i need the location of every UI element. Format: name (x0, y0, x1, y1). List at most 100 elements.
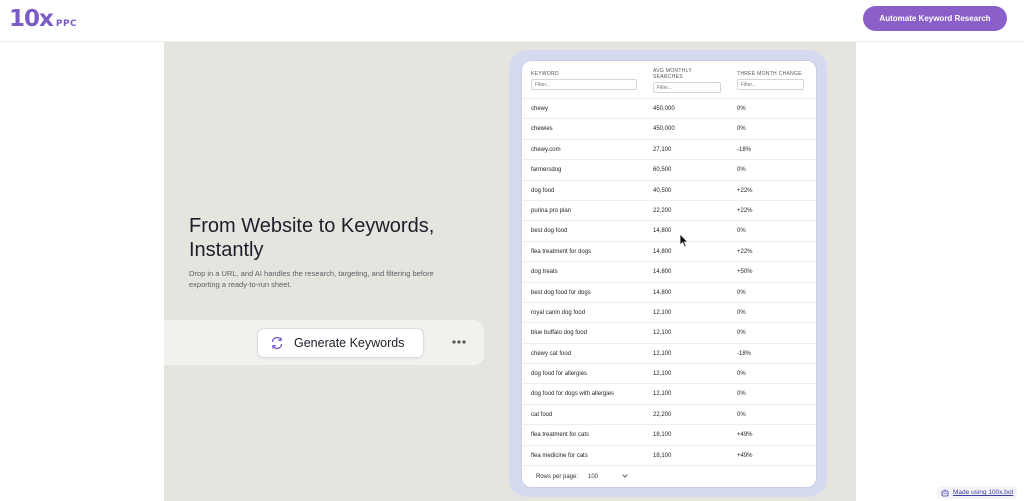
table-row[interactable]: cat food 22,200 0% (522, 405, 816, 426)
rows-per-page-value: 100 (588, 474, 599, 480)
change-cell: 0% (737, 309, 746, 316)
refresh-icon (270, 336, 284, 350)
top-bar: 10x PPC Automate Keyword Research (0, 0, 1024, 42)
rows-per-page-select[interactable]: 100 (588, 474, 628, 480)
table-row[interactable]: chewy cat food 12,100 -18% (522, 344, 816, 365)
hero-title: From Website to Keywords, Instantly (189, 215, 435, 261)
keyword-cell: dog food for allergies (531, 371, 588, 378)
change-cell: +49% (737, 452, 753, 459)
change-filter-input[interactable] (737, 79, 804, 90)
table-row[interactable]: chewy 450,000 0% (522, 99, 816, 120)
keyword-cell: flea treatment for dogs (531, 248, 592, 255)
searches-cell: 40,500 (653, 187, 672, 194)
change-cell: 0% (737, 330, 746, 337)
keyword-cell: chewy (531, 106, 549, 112)
keyword-filter-input[interactable] (531, 79, 637, 90)
table-row[interactable]: purina pro plan 22,200 +22% (522, 201, 816, 222)
column-header-avg-monthly-searches[interactable]: AVG MONTHLY SEARCHES (653, 68, 713, 80)
logo-subtext: PPC (55, 19, 78, 29)
table-row[interactable]: best dog food 14,800 0% (522, 221, 816, 242)
mouse-cursor-icon (679, 233, 689, 248)
change-cell: +22% (737, 187, 753, 194)
generate-keywords-label: Generate Keywords (294, 336, 405, 350)
table-row[interactable]: chewies 450,000 0% (522, 119, 816, 140)
generate-keywords-button[interactable]: Generate Keywords (257, 328, 424, 358)
table-row[interactable]: flea treatment for dogs 14,800 +22% (522, 242, 816, 263)
change-cell: +49% (737, 432, 753, 439)
keyword-cell: farmersdog (531, 167, 562, 174)
table-row[interactable]: dog food for dogs with allergies 12,100 0% (522, 384, 816, 405)
table-row[interactable]: dog food for allergies 12,100 0% (522, 364, 816, 385)
table-body: chewy 450,000 0% chewies 450,000 0% chewy.com 2… (522, 99, 816, 467)
column-header-three-month-change[interactable]: THREE MONTH CHANGE (737, 71, 802, 77)
searches-cell: 12,100 (653, 391, 672, 398)
change-cell: -18% (737, 146, 752, 153)
change-cell: +50% (737, 269, 753, 276)
searches-cell: 12,100 (653, 330, 672, 337)
change-cell: 0% (737, 126, 746, 133)
searches-cell: 60,500 (653, 167, 672, 174)
searches-cell: 14,800 (653, 248, 672, 255)
rows-per-page-label: Rows per page: (536, 474, 579, 480)
keyword-table: KEYWORD AVG MONTHLY SEARCHES THREE MONTH… (521, 60, 817, 488)
searches-cell: 450,000 (653, 106, 675, 112)
change-cell: +22% (737, 207, 753, 214)
table-header: KEYWORD AVG MONTHLY SEARCHES THREE MONTH… (522, 61, 816, 99)
change-cell: -18% (737, 350, 752, 357)
table-row[interactable]: blue buffalo dog food 12,100 0% (522, 323, 816, 344)
right-blank-area (856, 42, 1024, 501)
hero-subtitle: Drop in a URL, and AI handles the resear… (189, 269, 434, 289)
change-cell: 0% (737, 371, 746, 378)
column-header-keyword[interactable]: KEYWORD (531, 71, 559, 77)
change-cell: 0% (737, 289, 746, 296)
searches-cell: 14,800 (653, 289, 672, 296)
table-row[interactable]: flea treatment for cats 18,100 +49% (522, 425, 816, 446)
automate-keyword-research-button[interactable]: Automate Keyword Research (863, 6, 1007, 31)
chevron-down-icon (622, 474, 628, 480)
keyword-cell: best dog food (531, 228, 568, 235)
searches-cell: 450,000 (653, 126, 675, 133)
keyword-cell: chewies (531, 126, 553, 133)
table-row[interactable]: dog treats 14,800 +50% (522, 262, 816, 283)
searches-cell: 22,200 (653, 207, 672, 214)
searches-filter-input[interactable] (653, 82, 721, 93)
table-row[interactable]: chewy.com 27,100 -18% (522, 140, 816, 161)
searches-cell: 12,100 (653, 371, 672, 378)
searches-cell: 14,800 (653, 228, 672, 235)
table-row[interactable]: farmersdog 60,500 0% (522, 160, 816, 181)
keyword-cell: royal canin dog food (531, 309, 586, 316)
change-cell: 0% (737, 411, 746, 418)
change-cell: 0% (737, 167, 746, 174)
pagination: Rows per page: 100 (522, 465, 816, 487)
keyword-cell: purina pro plan (531, 207, 572, 214)
change-cell: 0% (737, 391, 746, 398)
keyword-cell: dog food for dogs with allergies (531, 391, 615, 398)
keyword-cell: dog treats (531, 269, 558, 276)
searches-cell: 18,100 (653, 452, 672, 459)
searches-cell: 12,100 (653, 309, 672, 316)
searches-cell: 12,100 (653, 350, 672, 357)
made-using-badge[interactable]: Made using 100x.bot (937, 486, 1018, 499)
table-row[interactable]: dog food 40,500 +22% (522, 181, 816, 201)
keyword-cell: dog food (531, 187, 555, 194)
table-row[interactable]: best dog food for dogs 14,800 0% (522, 283, 816, 303)
searches-cell: 22,200 (653, 411, 672, 418)
bot-icon (941, 489, 949, 497)
keyword-cell: chewy.com (531, 146, 561, 153)
table-row[interactable]: royal canin dog food 12,100 0% (522, 303, 816, 324)
table-row[interactable]: flea medicine for cats 18,100 +49% (522, 446, 816, 467)
searches-cell: 18,100 (653, 432, 672, 439)
keyword-cell: blue buffalo dog food (531, 330, 587, 337)
logo-mark: 10x (9, 6, 54, 32)
keyword-cell: flea treatment for cats (531, 432, 590, 439)
change-cell: 0% (737, 228, 746, 235)
more-horizontal-icon[interactable] (451, 334, 467, 350)
keyword-cell: flea medicine for cats (531, 452, 588, 459)
change-cell: +22% (737, 248, 753, 255)
change-cell: 0% (737, 106, 746, 112)
keyword-cell: best dog food for dogs (531, 289, 591, 296)
keyword-cell: cat food (531, 411, 553, 418)
keyword-cell: chewy cat food (531, 350, 572, 357)
made-using-label: Made using 100x.bot (953, 489, 1014, 496)
logo[interactable]: 10x PPC (9, 6, 77, 32)
